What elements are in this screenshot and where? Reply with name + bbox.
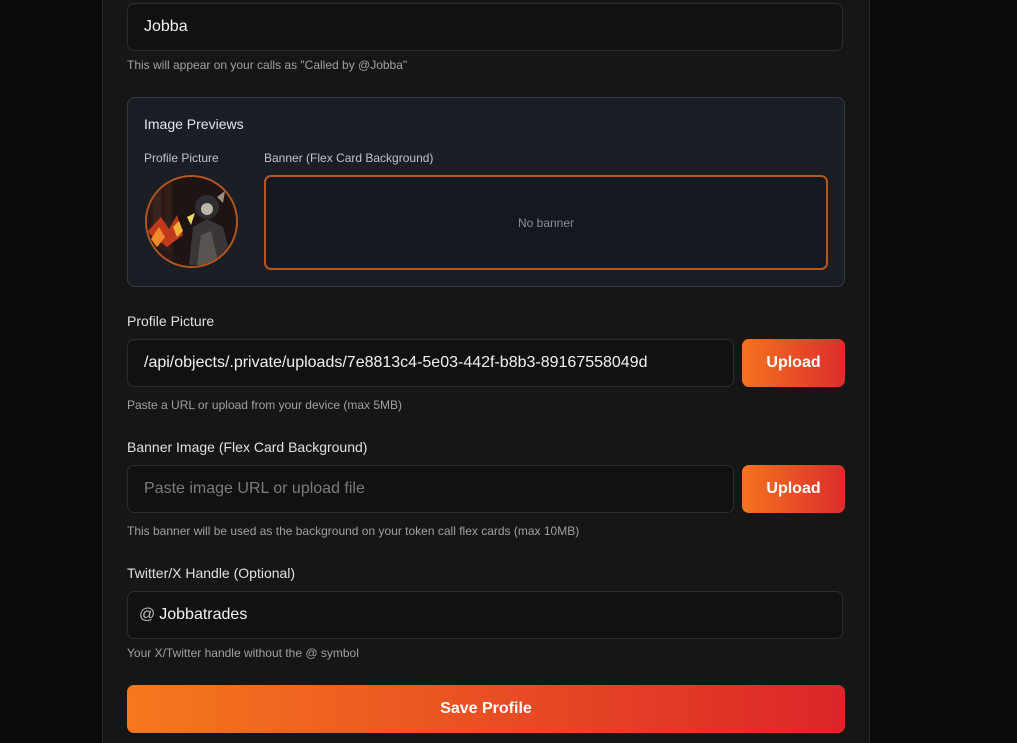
banner-image-hint: This banner will be used as the backgrou… (127, 524, 580, 538)
banner-preview: No banner (264, 175, 828, 270)
profile-picture-url-input[interactable]: /api/objects/.private/uploads/7e8813c4-5… (127, 339, 734, 387)
profile-preview-label: Profile Picture (144, 151, 219, 165)
save-profile-button[interactable]: Save Profile (127, 685, 845, 733)
profile-settings-panel: Jobba This will appear on your calls as … (102, 0, 870, 743)
banner-image-url-input[interactable]: Paste image URL or upload file (127, 465, 734, 513)
image-previews-title: Image Previews (144, 116, 244, 132)
profile-picture-hint: Paste a URL or upload from your device (… (127, 398, 402, 412)
profile-picture-url-value: /api/objects/.private/uploads/7e8813c4-5… (144, 354, 648, 371)
display-name-hint: This will appear on your calls as "Calle… (127, 58, 408, 72)
banner-preview-label: Banner (Flex Card Background) (264, 151, 434, 165)
banner-image-upload-button[interactable]: Upload (742, 465, 845, 513)
twitter-handle-value: Jobbatrades (159, 606, 248, 623)
twitter-handle-hint: Your X/Twitter handle without the @ symb… (127, 646, 359, 660)
display-name-input[interactable]: Jobba (127, 3, 843, 51)
profile-picture-image (147, 177, 236, 266)
image-previews-card: Image Previews Profile Picture Banner (F… (127, 97, 845, 287)
display-name-value: Jobba (144, 18, 188, 35)
profile-picture-preview (145, 175, 238, 268)
banner-image-placeholder: Paste image URL or upload file (144, 480, 365, 497)
no-banner-text: No banner (517, 215, 575, 230)
profile-picture-label: Profile Picture (127, 313, 215, 329)
twitter-handle-label: Twitter/X Handle (Optional) (127, 565, 296, 581)
at-symbol: @ (139, 606, 156, 623)
banner-image-label: Banner Image (Flex Card Background) (127, 439, 368, 455)
twitter-handle-input[interactable]: @ Jobbatrades (127, 591, 843, 639)
profile-picture-upload-button[interactable]: Upload (742, 339, 845, 387)
